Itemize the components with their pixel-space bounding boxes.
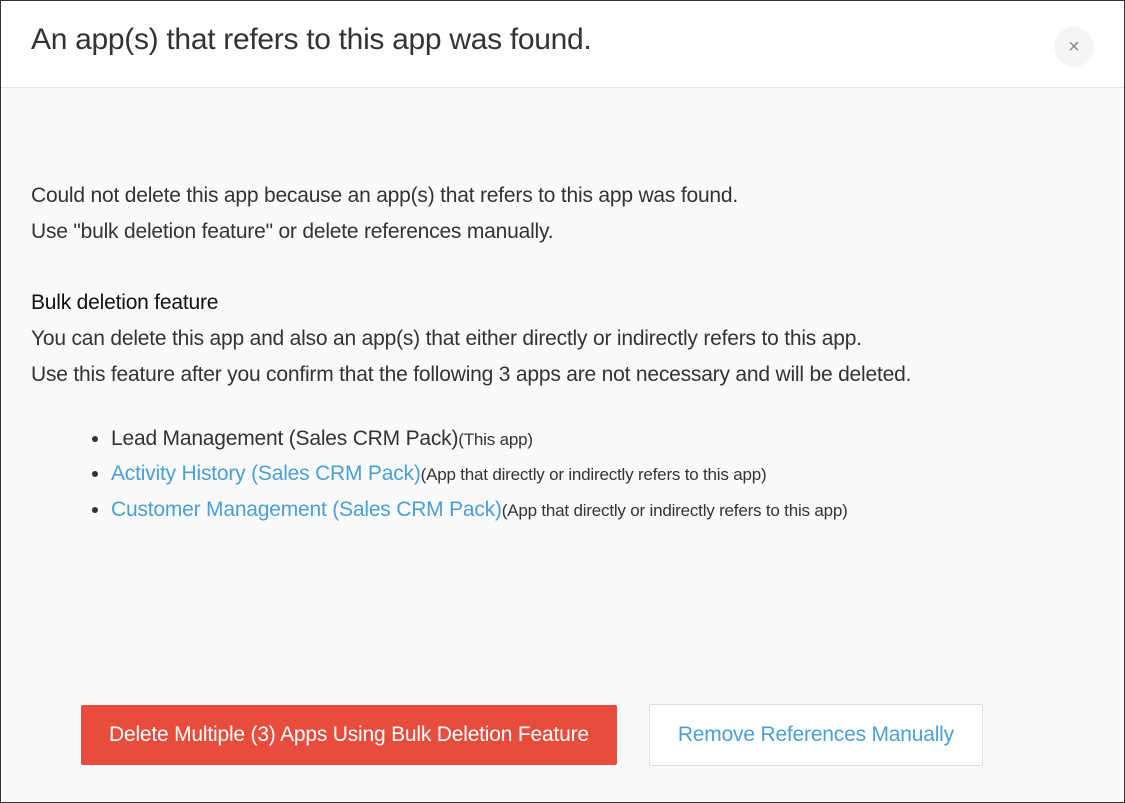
- section-desc-line-2: Use this feature after you confirm that …: [31, 357, 1094, 393]
- app-note: (App that directly or indirectly refers …: [502, 501, 848, 520]
- modal-footer: Delete Multiple (3) Apps Using Bulk Dele…: [1, 674, 1124, 802]
- list-item: Customer Management (Sales CRM Pack)(App…: [111, 492, 1094, 528]
- app-link[interactable]: Customer Management (Sales CRM Pack): [111, 498, 502, 521]
- list-item: Lead Management (Sales CRM Pack)(This ap…: [111, 421, 1094, 457]
- app-link[interactable]: Activity History (Sales CRM Pack): [111, 462, 421, 485]
- intro-line-2: Use "bulk deletion feature" or delete re…: [31, 214, 1094, 250]
- app-note: (This app): [458, 430, 533, 449]
- section-desc-line-1: You can delete this app and also an app(…: [31, 321, 1094, 357]
- modal-dialog: An app(s) that refers to this app was fo…: [0, 0, 1125, 803]
- bulk-delete-button[interactable]: Delete Multiple (3) Apps Using Bulk Dele…: [81, 705, 617, 765]
- modal-header: An app(s) that refers to this app was fo…: [1, 1, 1124, 88]
- bulk-deletion-heading: Bulk deletion feature: [31, 291, 1094, 315]
- bulk-deletion-desc: You can delete this app and also an app(…: [31, 321, 1094, 392]
- close-icon: ×: [1068, 36, 1080, 59]
- app-note: (App that directly or indirectly refers …: [421, 465, 767, 484]
- intro-line-1: Could not delete this app because an app…: [31, 178, 1094, 214]
- remove-references-button[interactable]: Remove References Manually: [649, 704, 983, 766]
- modal-body: Could not delete this app because an app…: [1, 88, 1124, 674]
- intro-text: Could not delete this app because an app…: [31, 178, 1094, 249]
- close-button[interactable]: ×: [1054, 27, 1094, 67]
- app-name: Lead Management (Sales CRM Pack): [111, 427, 458, 450]
- modal-title: An app(s) that refers to this app was fo…: [31, 23, 591, 57]
- app-list: Lead Management (Sales CRM Pack)(This ap…: [31, 421, 1094, 528]
- list-item: Activity History (Sales CRM Pack)(App th…: [111, 456, 1094, 492]
